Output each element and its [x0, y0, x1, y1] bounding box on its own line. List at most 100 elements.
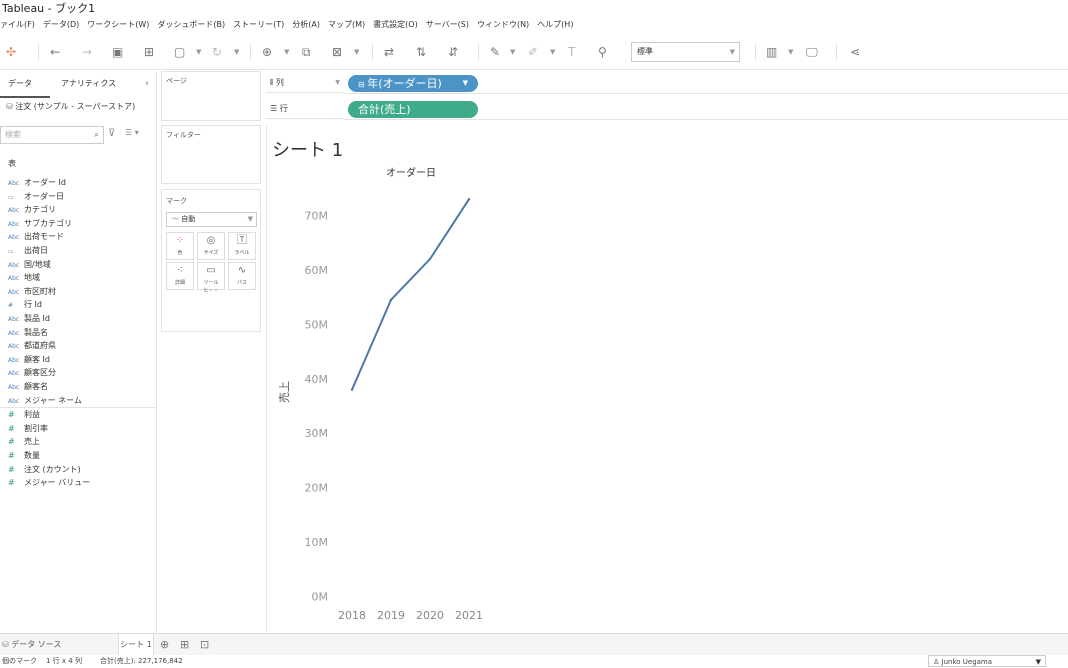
columns-shelf[interactable] — [344, 93, 1068, 94]
tableau-logo-icon[interactable]: ✣ — [6, 43, 16, 61]
field-item[interactable]: # メジャー バリュー — [8, 476, 90, 489]
menu-story[interactable]: ストーリー(T) — [233, 17, 284, 33]
menu-file[interactable]: ァイル(F) — [0, 17, 35, 33]
field-item[interactable]: # 売上 — [8, 435, 40, 448]
menu-help[interactable]: ヘルプ(H) — [537, 17, 573, 33]
field-item[interactable]: Abc オーダー Id — [8, 176, 66, 189]
number-type-icon: # — [8, 464, 15, 474]
field-item[interactable]: ▭ オーダー日 — [8, 190, 64, 203]
highlight-caret-icon[interactable]: ▼ — [510, 43, 515, 61]
data-point[interactable] — [467, 197, 471, 201]
tab-data[interactable]: データ — [8, 71, 32, 97]
field-item[interactable]: Abc サブカテゴリ — [8, 217, 72, 230]
datasource-tab[interactable]: ⛁ データ ソース — [0, 634, 61, 656]
highlight-icon[interactable]: ✎ — [490, 43, 500, 61]
field-name: 数量 — [24, 451, 40, 460]
new-worksheet-icon[interactable]: ⊕ — [262, 43, 272, 61]
new-story-icon[interactable]: ⊡ — [200, 638, 209, 651]
field-item[interactable]: Abc カテゴリ — [8, 203, 56, 216]
line-chart[interactable]: オーダー日 0M 10M 20M 30M 40M 50M 60M 70M 2018 2019 2020… — [266, 126, 1068, 632]
field-item[interactable]: Abc 市区町村 — [8, 285, 56, 298]
sort-desc-icon[interactable]: ⇵ — [448, 43, 458, 61]
path-button[interactable]: ∿ パス — [228, 262, 256, 290]
presentation-icon[interactable]: 🖵 — [806, 43, 818, 61]
swap-icon[interactable]: ⇄ — [384, 43, 394, 61]
refresh-icon[interactable]: ↻ — [212, 43, 222, 61]
field-item[interactable]: # 注文 (カウント) — [8, 463, 81, 476]
new-dashboard-icon[interactable]: ⊞ — [180, 638, 189, 651]
view-options-icon[interactable]: ☰ ▾ — [125, 128, 139, 137]
data-point[interactable] — [350, 388, 354, 391]
tab-analytics[interactable]: アナリティクス — [61, 71, 116, 97]
refresh-caret-icon[interactable]: ▼ — [234, 43, 239, 61]
field-item[interactable]: Abc 顧客 Id — [8, 353, 50, 366]
mark-type-select[interactable]: 〜 自動 ▼ — [166, 212, 257, 227]
group-icon[interactable]: ✐ — [528, 43, 538, 61]
labels-icon[interactable]: T — [568, 43, 575, 61]
fit-select[interactable]: 標準 ▼ — [631, 42, 740, 62]
field-item[interactable]: ▭ 出荷日 — [8, 244, 48, 257]
string-type-icon: Abc — [8, 180, 20, 187]
fix-axes-icon[interactable]: ⚲ — [598, 43, 607, 61]
columns-pill[interactable]: ⊟ 年(オーダー日) ▼ — [348, 75, 478, 92]
new-sheet-icon[interactable]: ⊕ — [160, 638, 169, 651]
filter-icon[interactable]: ⊽ — [108, 128, 115, 139]
filters-card[interactable]: フィルター — [161, 125, 261, 184]
field-item[interactable]: # 行 Id — [8, 298, 42, 311]
columns-caret-icon: ▼ — [335, 79, 340, 86]
rows-pill[interactable]: 合計(売上) — [348, 101, 478, 118]
data-point[interactable] — [428, 257, 432, 261]
share-icon[interactable]: ⋖ — [850, 43, 860, 61]
menu-worksheet[interactable]: ワークシート(W) — [87, 17, 149, 33]
size-button[interactable]: ◎ サイズ — [197, 232, 225, 260]
field-item[interactable]: Abc メジャー ネーム — [8, 394, 82, 407]
sheet-tab[interactable]: シート 1 — [118, 634, 154, 656]
field-item[interactable]: Abc 顧客名 — [8, 380, 48, 393]
pages-card[interactable]: ページ — [161, 71, 261, 121]
new-worksheet-caret-icon[interactable]: ▼ — [284, 43, 289, 61]
datasource-item[interactable]: ⛁ 注文 (サンプル - スーパーストア) — [6, 101, 135, 112]
label-button[interactable]: 🅃 ラベル — [228, 232, 256, 260]
show-me-caret-icon[interactable]: ▼ — [788, 43, 793, 61]
field-item[interactable]: Abc 製品名 — [8, 326, 48, 339]
back-icon[interactable]: ← — [50, 43, 60, 61]
x-tick-label: 2020 — [416, 609, 444, 622]
color-button[interactable]: ⁘ 色 — [166, 232, 194, 260]
collapse-pane-icon[interactable]: ‹ — [145, 71, 149, 97]
group-caret-icon[interactable]: ▼ — [550, 43, 555, 61]
columns-pill-caret-icon: ▼ — [462, 79, 468, 87]
menu-map[interactable]: マップ(M) — [328, 17, 365, 33]
field-item[interactable]: Abc 顧客区分 — [8, 366, 56, 379]
duplicate-icon[interactable]: ⧉ — [302, 43, 311, 61]
field-item[interactable]: Abc 製品 Id — [8, 312, 50, 325]
menu-data[interactable]: データ(D) — [43, 17, 79, 33]
save-icon[interactable]: ▣ — [112, 43, 123, 61]
user-menu[interactable]: ♙ Junko Uegama ▼ — [928, 655, 1046, 667]
sort-asc-icon[interactable]: ⇅ — [416, 43, 426, 61]
forward-icon[interactable]: → — [82, 43, 92, 61]
search-input[interactable]: 検索 ⌕ — [0, 126, 104, 144]
pause-updates-icon[interactable]: ▢ — [174, 43, 185, 61]
series-line[interactable] — [351, 198, 470, 391]
field-item[interactable]: Abc 地域 — [8, 271, 40, 284]
field-item[interactable]: # 割引率 — [8, 422, 48, 435]
field-item[interactable]: # 数量 — [8, 449, 40, 462]
detail-button[interactable]: ⁖ 詳細 — [166, 262, 194, 290]
tooltip-button[interactable]: ▭ ツールヒ・・ — [197, 262, 225, 294]
pause-updates-caret-icon[interactable]: ▼ — [196, 43, 201, 61]
menu-dashboard[interactable]: ダッシュボード(B) — [157, 17, 225, 33]
field-item[interactable]: Abc 国/地域 — [8, 258, 51, 271]
rows-shelf[interactable] — [344, 119, 1068, 120]
new-datasource-icon[interactable]: ⊞ — [144, 43, 154, 61]
clear-caret-icon[interactable]: ▼ — [354, 43, 359, 61]
field-item[interactable]: # 利益 — [8, 408, 40, 421]
menu-format[interactable]: 書式設定(O) — [373, 17, 418, 33]
field-item[interactable]: Abc 都道府県 — [8, 339, 56, 352]
field-item[interactable]: Abc 出荷モード — [8, 230, 64, 243]
data-point[interactable] — [389, 298, 393, 302]
menu-window[interactable]: ウィンドウ(N) — [477, 17, 529, 33]
clear-sheet-icon[interactable]: ⊠ — [332, 43, 342, 61]
menu-server[interactable]: サーバー(S) — [426, 17, 469, 33]
show-me-icon[interactable]: ▥ — [766, 43, 777, 61]
menu-analysis[interactable]: 分析(A) — [292, 17, 320, 33]
